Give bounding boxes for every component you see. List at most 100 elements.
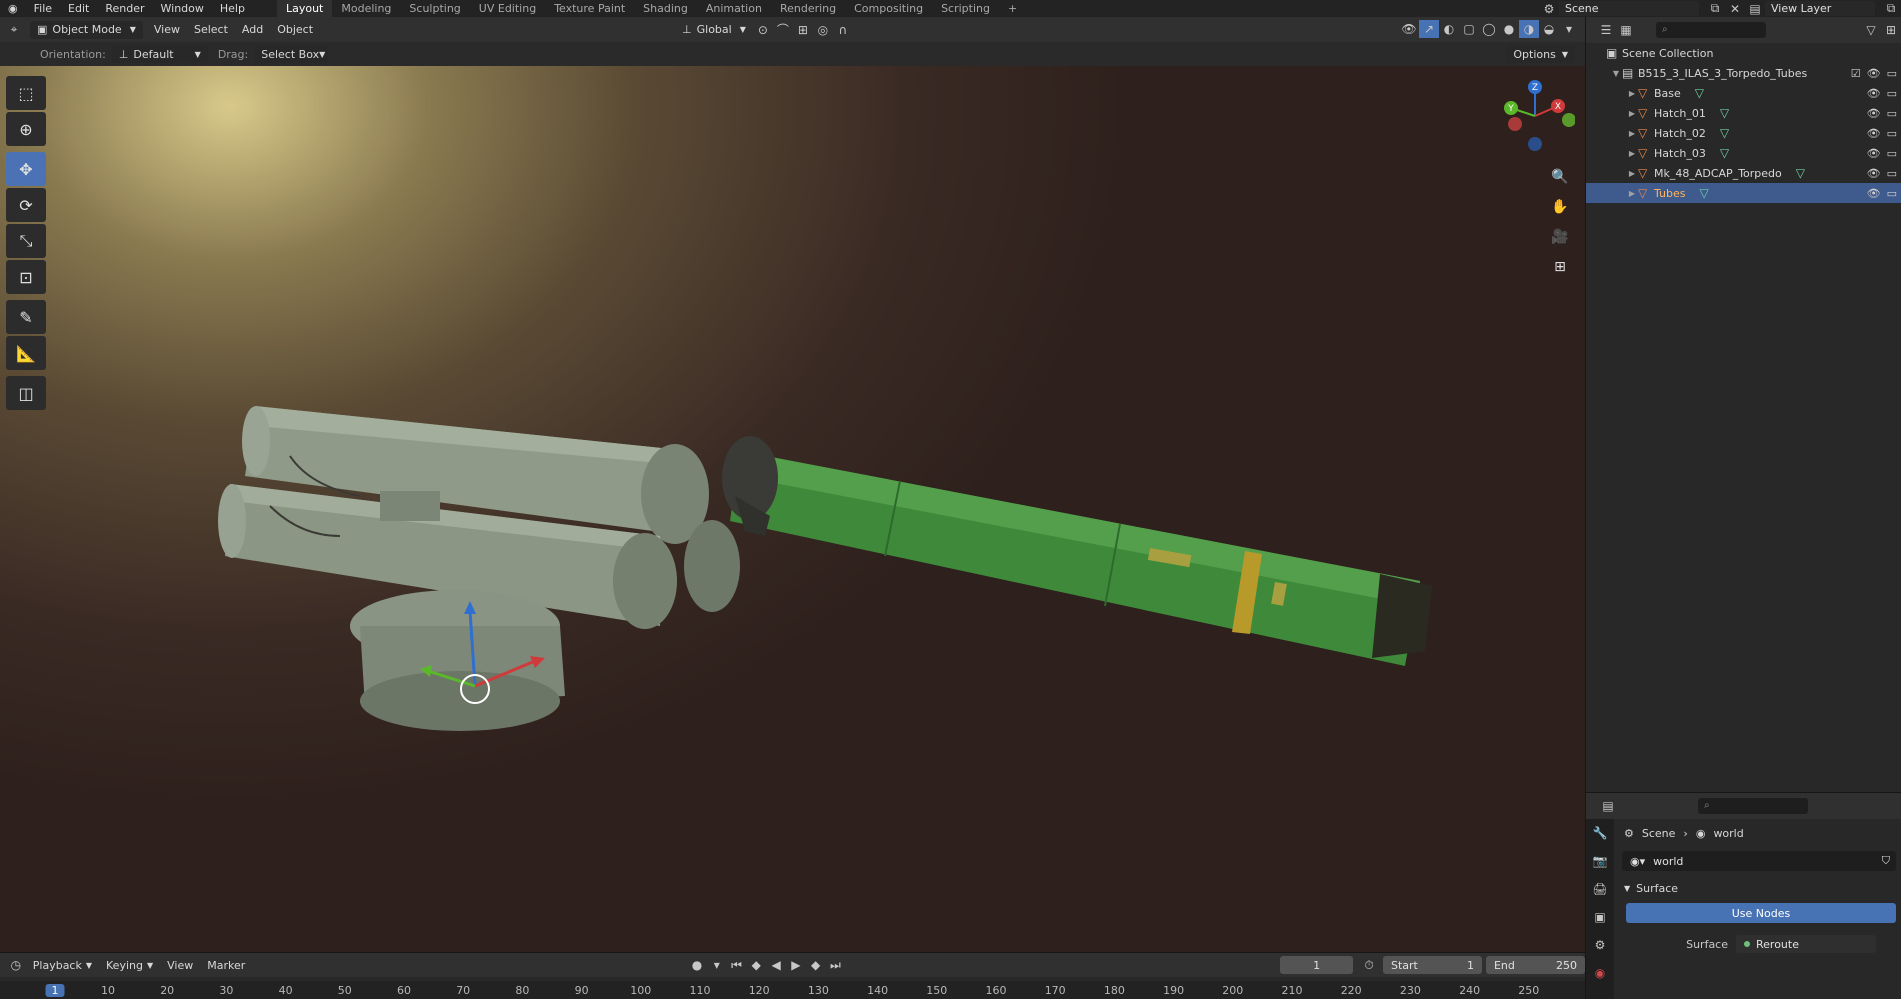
jump-end-icon[interactable]: ⏭	[825, 956, 845, 974]
tab-sculpting[interactable]: Sculpting	[400, 0, 469, 17]
timeline-editor-icon[interactable]: ◷	[6, 956, 26, 974]
menu-keying[interactable]: Keying ▼	[99, 956, 160, 974]
use-nodes-button[interactable]: Use Nodes	[1626, 903, 1896, 923]
tab-rendering[interactable]: Rendering	[771, 0, 845, 17]
outliner-item-hatch-02[interactable]: ▶ ▽ Hatch_02 ▽ 👁 ▭	[1586, 123, 1901, 143]
view-layer-icon[interactable]: ▤	[1745, 0, 1765, 18]
navigation-gizmo[interactable]: Z X Y	[1495, 78, 1575, 158]
surface-section-header[interactable]: ▼ Surface	[1616, 877, 1901, 899]
copy-view-layer-icon[interactable]: ⧉	[1881, 0, 1901, 18]
measure-tool-icon[interactable]: 📐	[6, 336, 46, 370]
eye-icon[interactable]: 👁	[1867, 167, 1881, 180]
add-workspace-button[interactable]: +	[999, 0, 1026, 17]
tab-shading[interactable]: Shading	[634, 0, 697, 17]
outliner-item-hatch-03[interactable]: ▶ ▽ Hatch_03 ▽ 👁 ▭	[1586, 143, 1901, 163]
menu-marker[interactable]: Marker	[200, 956, 252, 974]
output-tab-icon[interactable]: 🖨	[1586, 875, 1614, 903]
falloff-icon[interactable]: ∩	[833, 21, 853, 39]
camera-view-icon[interactable]: 🎥	[1547, 224, 1573, 250]
filter-icon[interactable]: ▽	[1861, 21, 1881, 39]
outliner-editor-icon[interactable]: ☰	[1596, 21, 1616, 39]
end-frame-field[interactable]: End 250	[1485, 956, 1585, 974]
rotate-tool-icon[interactable]: ⟳	[6, 188, 46, 222]
view-layer-tab-icon[interactable]: ▣	[1586, 903, 1614, 931]
expand-arrow-icon[interactable]: ▶	[1626, 189, 1638, 198]
new-collection-icon[interactable]: ⊞	[1881, 21, 1901, 39]
timeline-ruler[interactable]: 1 10 20 30 40 50 60 70 80 90 100 110 120 130 140 150 160…	[0, 981, 1585, 999]
eye-icon[interactable]: 👁	[1867, 187, 1881, 200]
perspective-grid-icon[interactable]: ⊞	[1547, 254, 1573, 280]
expand-arrow-icon[interactable]: ▶	[1626, 169, 1638, 178]
play-reverse-icon[interactable]: ◀	[766, 956, 786, 974]
fake-user-shield-icon[interactable]: ⛉	[1882, 854, 1890, 868]
eye-icon[interactable]: 👁	[1867, 147, 1881, 160]
scene-field[interactable]: Scene	[1559, 1, 1699, 16]
outliner-search[interactable]: ⌕	[1656, 22, 1766, 38]
outliner-item-tubes[interactable]: ▶ ▽ Tubes ▽ 👁 ▭	[1586, 183, 1901, 203]
torpedo-model[interactable]	[722, 436, 1432, 666]
outliner-item-torpedo[interactable]: ▶ ▽ Mk_48_ADCAP_Torpedo ▽ 👁 ▭	[1586, 163, 1901, 183]
gizmo-toggle-icon[interactable]: ↗	[1419, 20, 1439, 38]
mesh-data-icon[interactable]: ▽	[1720, 126, 1729, 140]
expand-arrow-icon[interactable]: ▶	[1626, 89, 1638, 98]
eye-icon[interactable]: 👁	[1867, 67, 1881, 80]
start-frame-field[interactable]: Start 1	[1382, 956, 1482, 974]
rendered-shading-icon[interactable]: ◒	[1539, 20, 1559, 38]
collection-row[interactable]: ▼ ▤ B515_3_ILAS_3_Torpedo_Tubes ☑ 👁 ▭	[1586, 63, 1901, 83]
scene-collection-row[interactable]: ▣ Scene Collection	[1586, 43, 1901, 63]
menu-select[interactable]: Select	[187, 21, 235, 39]
tab-texture-paint[interactable]: Texture Paint	[545, 0, 634, 17]
eye-icon[interactable]: 👁	[1867, 127, 1881, 140]
drag-dropdown[interactable]: Select Box ▼	[254, 45, 329, 63]
menu-edit[interactable]: Edit	[60, 0, 97, 17]
menu-object[interactable]: Object	[270, 21, 320, 39]
copy-scene-icon[interactable]: ⧉	[1705, 0, 1725, 18]
visibility-icon[interactable]: 👁	[1399, 20, 1419, 38]
mode-dropdown[interactable]: ▣ Object Mode ▼	[30, 20, 143, 39]
add-cube-tool-icon[interactable]: ◫	[6, 376, 46, 410]
mesh-data-icon[interactable]: ▽	[1720, 106, 1729, 120]
cursor-tool-icon[interactable]: ⊕	[6, 112, 46, 146]
pivot-icon[interactable]: ⊙	[753, 21, 773, 39]
expand-arrow-icon[interactable]: ▶	[1626, 129, 1638, 138]
stopwatch-icon[interactable]: ⏱	[1359, 956, 1379, 974]
monitor-icon[interactable]: ▭	[1887, 127, 1897, 140]
monitor-icon[interactable]: ▭	[1887, 107, 1897, 120]
pan-hand-icon[interactable]: ✋	[1547, 194, 1573, 220]
world-browse-icon[interactable]: ◉▾	[1630, 855, 1645, 868]
tab-scripting[interactable]: Scripting	[932, 0, 999, 17]
material-shading-icon[interactable]: ◑	[1519, 20, 1539, 38]
view-layer-field[interactable]: View Layer	[1765, 1, 1875, 16]
shading-options-icon[interactable]: ▾	[1559, 20, 1579, 38]
tool-tab-icon[interactable]: 🔧	[1586, 819, 1614, 847]
editor-type-icon[interactable]: ⌖	[4, 21, 24, 39]
render-tab-icon[interactable]: 📷	[1586, 847, 1614, 875]
wireframe-shading-icon[interactable]: ◯	[1479, 20, 1499, 38]
monitor-icon[interactable]: ▭	[1887, 87, 1897, 100]
scene-icon[interactable]: ⚙	[1539, 0, 1559, 18]
menu-file[interactable]: File	[26, 0, 60, 17]
properties-search[interactable]: ⌕	[1698, 798, 1808, 814]
menu-help[interactable]: Help	[212, 0, 253, 17]
annotate-tool-icon[interactable]: ✎	[6, 300, 46, 334]
outliner-item-base[interactable]: ▶ ▽ Base ▽ 👁 ▭	[1586, 83, 1901, 103]
play-icon[interactable]: ▶	[786, 956, 806, 974]
zoom-icon[interactable]: 🔍	[1547, 164, 1573, 190]
snap-target-icon[interactable]: ⊞	[793, 21, 813, 39]
menu-playback[interactable]: Playback ▼	[26, 956, 99, 974]
mesh-data-icon[interactable]: ▽	[1695, 86, 1704, 100]
menu-add[interactable]: Add	[235, 21, 270, 39]
monitor-icon[interactable]: ▭	[1887, 167, 1897, 180]
monitor-icon[interactable]: ▭	[1887, 67, 1897, 80]
checkbox-icon[interactable]: ☑	[1851, 67, 1861, 80]
properties-editor-icon[interactable]: ▤	[1598, 797, 1618, 815]
tab-animation[interactable]: Animation	[697, 0, 771, 17]
scale-tool-icon[interactable]: ⤡	[6, 224, 46, 258]
display-mode-icon[interactable]: ▦	[1616, 21, 1636, 39]
outliner-item-hatch-01[interactable]: ▶ ▽ Hatch_01 ▽ 👁 ▭	[1586, 103, 1901, 123]
move-tool-icon[interactable]: ✥	[6, 152, 46, 186]
keyframe-options-icon[interactable]: ▾	[707, 956, 727, 974]
monitor-icon[interactable]: ▭	[1887, 187, 1897, 200]
mesh-data-icon[interactable]: ▽	[1700, 186, 1709, 200]
mesh-data-icon[interactable]: ▽	[1720, 146, 1729, 160]
